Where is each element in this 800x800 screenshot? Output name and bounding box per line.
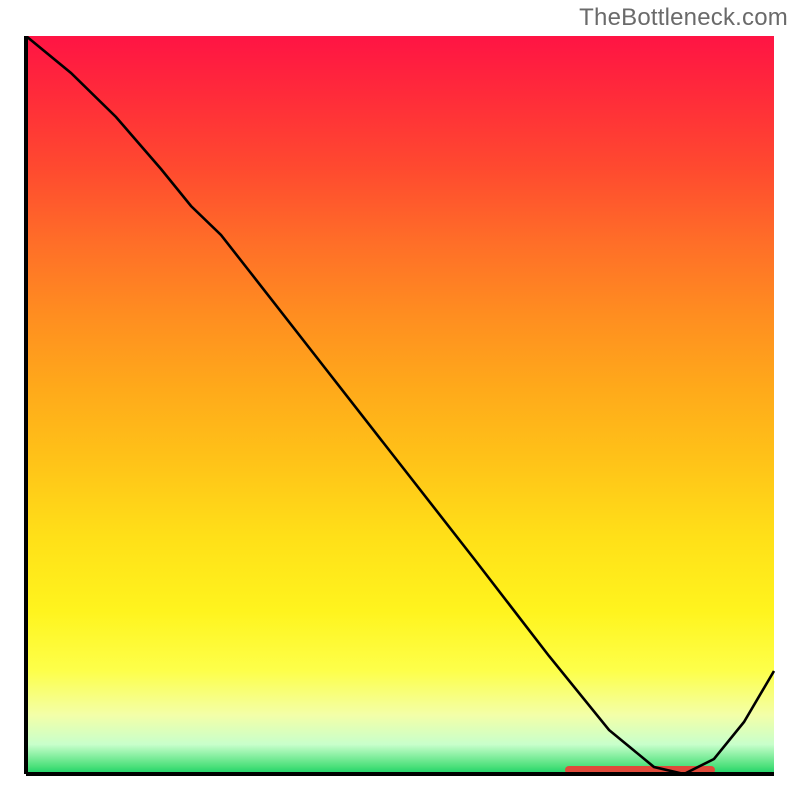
chart-svg bbox=[22, 36, 778, 778]
curve-line bbox=[26, 36, 774, 774]
watermark-text: TheBottleneck.com bbox=[579, 4, 788, 32]
plot-area bbox=[22, 36, 778, 778]
chart-container: TheBottleneck.com bbox=[0, 0, 800, 800]
